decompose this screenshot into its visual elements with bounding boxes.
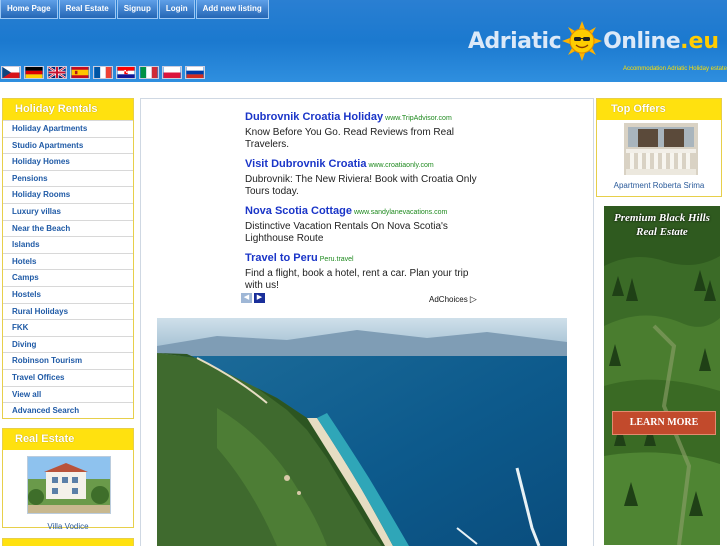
menu-holiday-homes[interactable]: Holiday Homes (3, 153, 133, 170)
ad-item[interactable]: Nova Scotia Cottage www.sandylanevacation… (245, 201, 480, 245)
holiday-rentals-panel: Holiday Rentals Holiday Apartments Studi… (2, 98, 134, 419)
flag-spain-icon[interactable] (70, 66, 90, 79)
ad-prev-arrow-icon[interactable]: ◀ (241, 293, 252, 303)
menu-travel-offices[interactable]: Travel Offices (3, 368, 133, 386)
ad-description: Distinctive Vacation Rentals On Nova Sco… (245, 221, 448, 244)
ad-navigation: ◀ ▶ (241, 293, 267, 303)
menu-holiday-apartments[interactable]: Holiday Apartments (3, 120, 133, 137)
ad-item[interactable]: Dubrovnik Croatia Holiday www.TripAdvisor… (245, 107, 480, 151)
ad-url[interactable]: www.sandylanevacations.com (354, 209, 447, 216)
top-offers-panel: Top Offers Apartment Roberta Srima (596, 98, 722, 197)
nav-home-page[interactable]: Home Page (0, 0, 58, 19)
ad-title[interactable]: Dubrovnik Croatia Holiday (245, 111, 383, 123)
black-hills-banner-ad[interactable]: Premium Black Hills Real Estate LEARN MO… (604, 206, 720, 545)
banner-headline-line2: Real Estate (636, 226, 688, 238)
villa-vodice-thumbnail[interactable] (27, 456, 111, 514)
ad-item[interactable]: Visit Dubrovnik Croatia www.croatiaonly.c… (245, 154, 480, 198)
menu-view-all[interactable]: View all (3, 385, 133, 403)
top-navigation: Home Page Real Estate Signup Login Add n… (0, 0, 270, 20)
ad-item[interactable]: Travel to Peru Peru.travel Find a flight,… (245, 248, 480, 292)
menu-hotels[interactable]: Hotels (3, 252, 133, 270)
real-estate-title: Real Estate (3, 429, 133, 450)
site-logo[interactable]: Adriatic Online .eu (468, 21, 720, 61)
menu-robinson-tourism[interactable]: Robinson Tourism (3, 352, 133, 369)
header-tagline: Accommodation Adriatic Holiday estate (622, 66, 727, 72)
ad-title[interactable]: Nova Scotia Cottage (245, 205, 352, 217)
site-header: Home Page Real Estate Signup Login Add n… (0, 0, 727, 82)
menu-rural-holidays[interactable]: Rural Holidays (3, 302, 133, 320)
coastline-photo (157, 318, 567, 546)
adchoices-icon: ▷ (469, 294, 477, 304)
logo-text-online: Online (603, 28, 681, 54)
forest-landscape-image (604, 206, 720, 545)
real-estate-panel: Real Estate Villa Vodice (2, 428, 134, 531)
villa-vodice-link[interactable]: Villa Vodice (3, 522, 133, 531)
ad-description: Know Before You Go. Read Reviews from Re… (245, 127, 454, 150)
ad-description: Find a flight, book a hotel, rent a car.… (245, 268, 469, 291)
menu-advanced-search[interactable]: Advanced Search (3, 402, 133, 419)
flag-croatia-icon[interactable] (116, 66, 136, 79)
adchoices-label: AdChoices (429, 295, 468, 304)
menu-hostels[interactable]: Hostels (3, 285, 133, 303)
menu-islands[interactable]: Islands (3, 236, 133, 253)
menu-near-the-beach[interactable]: Near the Beach (3, 219, 133, 237)
logo-text-adriatic: Adriatic (468, 28, 562, 54)
flag-russia-icon[interactable] (185, 66, 205, 79)
adchoices-link[interactable]: AdChoices ▷ (429, 294, 477, 305)
menu-holiday-rooms[interactable]: Holiday Rooms (3, 186, 133, 203)
flag-france-icon[interactable] (93, 66, 113, 79)
nav-add-new-listing[interactable]: Add new listing (195, 0, 269, 19)
flag-poland-icon[interactable] (162, 66, 182, 79)
menu-fkk[interactable]: FKK (3, 319, 133, 336)
top-offers-title: Top Offers (597, 99, 721, 120)
ad-url[interactable]: Peru.travel (320, 256, 354, 263)
logo-text-tld: .eu (680, 28, 720, 54)
nav-login[interactable]: Login (158, 0, 195, 19)
banner-headline-line1: Premium Black Hills (614, 212, 710, 224)
menu-diving[interactable]: Diving (3, 335, 133, 353)
apartment-roberta-link[interactable]: Apartment Roberta Srima (597, 181, 721, 190)
menu-luxury-villas[interactable]: Luxury villas (3, 202, 133, 220)
flag-czech-icon[interactable] (1, 66, 21, 79)
ad-url[interactable]: www.croatiaonly.com (368, 162, 433, 169)
language-flags (1, 66, 208, 79)
sun-icon (562, 21, 603, 61)
menu-studio-apartments[interactable]: Studio Apartments (3, 136, 133, 154)
flag-uk-icon[interactable] (47, 66, 67, 79)
apartment-roberta-thumbnail[interactable] (624, 123, 698, 175)
learn-more-button[interactable]: LEARN MORE (612, 411, 716, 435)
menu-camps[interactable]: Camps (3, 269, 133, 286)
flag-italy-icon[interactable] (139, 66, 159, 79)
ad-url[interactable]: www.TripAdvisor.com (385, 115, 452, 122)
nav-signup[interactable]: Signup (116, 0, 158, 19)
flag-germany-icon[interactable] (24, 66, 44, 79)
ad-title[interactable]: Visit Dubrovnik Croatia (245, 158, 366, 170)
menu-pensions[interactable]: Pensions (3, 169, 133, 187)
ad-next-arrow-icon[interactable]: ▶ (254, 293, 265, 303)
nav-real-estate[interactable]: Real Estate (58, 0, 116, 19)
main-content: Dubrovnik Croatia Holiday www.TripAdvisor… (140, 98, 594, 546)
ad-description: Dubrovnik: The New Riviera! Book with Cr… (245, 174, 477, 197)
holiday-rentals-title: Holiday Rentals (3, 99, 133, 120)
ad-title[interactable]: Travel to Peru (245, 252, 318, 264)
